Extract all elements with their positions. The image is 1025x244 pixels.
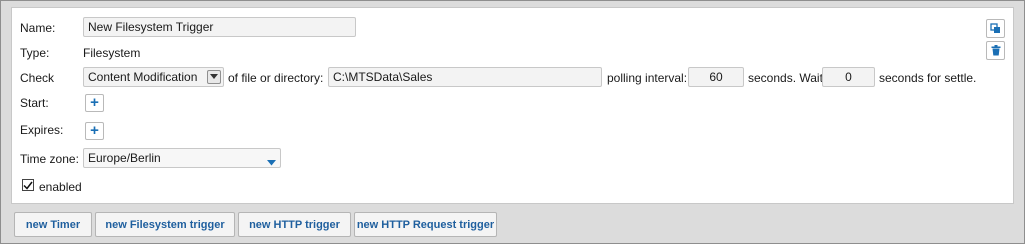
trash-icon (991, 45, 1000, 56)
new-timer-button[interactable]: new Timer (14, 212, 92, 237)
check-mode-select[interactable]: Content Modification (83, 67, 224, 87)
enabled-checkbox[interactable] (22, 179, 34, 191)
copy-icon (990, 23, 1000, 33)
new-http-request-trigger-button[interactable]: new HTTP Request trigger (354, 212, 497, 237)
check-label: Check (20, 71, 55, 85)
name-label: Name: (20, 21, 56, 35)
polling-interval-input[interactable]: 60 (688, 67, 744, 87)
plus-icon: + (90, 122, 99, 139)
type-label: Type: (20, 46, 50, 60)
plus-icon: + (90, 94, 99, 111)
copy-button[interactable] (986, 19, 1005, 38)
timezone-label: Time zone: (20, 152, 79, 166)
polling-label: polling interval: (607, 71, 688, 85)
chevron-down-icon[interactable] (207, 70, 221, 84)
new-http-trigger-button[interactable]: new HTTP trigger (238, 212, 351, 237)
enabled-label: enabled (39, 180, 82, 194)
check-mode-value: Content Modification (88, 70, 198, 84)
settle-text: seconds for settle. (879, 71, 977, 85)
delete-button[interactable] (986, 41, 1005, 60)
expires-label: Expires: (20, 123, 64, 137)
type-value: Filesystem (83, 46, 141, 60)
trigger-panel: Name: New Filesystem Trigger Type: Files… (11, 7, 1014, 204)
new-filesystem-trigger-button[interactable]: new Filesystem trigger (95, 212, 235, 237)
chevron-down-icon[interactable] (267, 155, 276, 167)
checkmark-icon (23, 181, 33, 190)
path-input[interactable]: C:\MTSData\Sales (328, 67, 602, 87)
add-start-button[interactable]: + (85, 94, 104, 112)
add-expires-button[interactable]: + (85, 122, 104, 140)
of-file-text: of file or directory: (228, 71, 324, 85)
settle-input[interactable]: 0 (822, 67, 875, 87)
seconds-wait-text: seconds. Wait (748, 71, 823, 85)
start-label: Start: (20, 96, 49, 110)
trigger-editor-frame: Name: New Filesystem Trigger Type: Files… (0, 0, 1025, 244)
timezone-select[interactable]: Europe/Berlin (83, 148, 281, 168)
timezone-value: Europe/Berlin (88, 151, 161, 165)
name-input[interactable]: New Filesystem Trigger (83, 17, 356, 37)
